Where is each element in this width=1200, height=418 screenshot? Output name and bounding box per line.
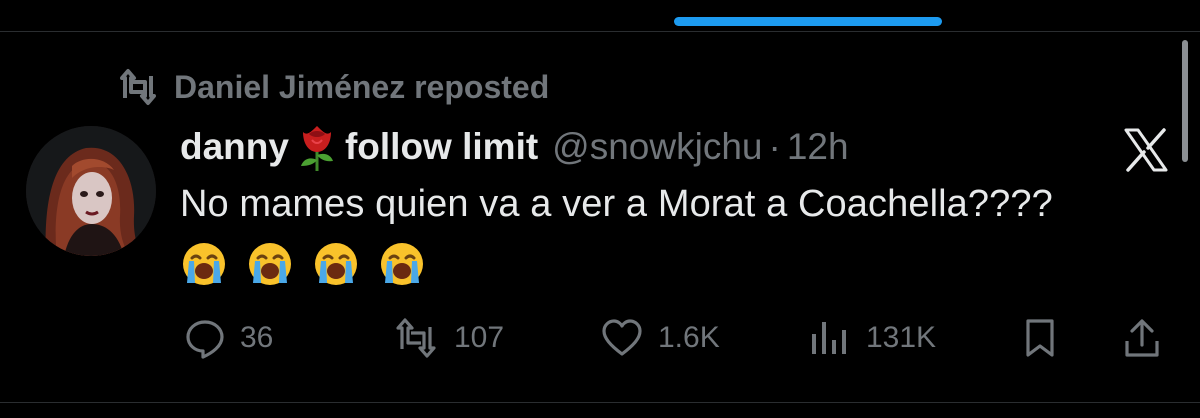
like-count: 1.6K bbox=[658, 321, 720, 354]
repost-button[interactable]: 107 bbox=[392, 310, 504, 366]
separator-dot: · bbox=[768, 126, 781, 167]
timestamp[interactable]: 12h bbox=[787, 126, 849, 168]
view-count: 131K bbox=[866, 321, 937, 354]
bookmark-icon bbox=[1026, 319, 1054, 357]
loudly-crying-face-icon bbox=[183, 243, 225, 285]
top-divider bbox=[0, 31, 1200, 32]
display-name-suffix[interactable]: follow limit bbox=[345, 126, 538, 168]
avatar[interactable] bbox=[26, 126, 156, 256]
tab-indicator bbox=[674, 17, 942, 26]
analytics-bars-icon bbox=[812, 322, 846, 354]
repost-count: 107 bbox=[454, 321, 505, 354]
heart-icon bbox=[602, 319, 642, 356]
tweet-actions: 36 107 1.6K 131K bbox=[0, 310, 1200, 366]
display-name[interactable]: danny bbox=[180, 126, 289, 168]
share-button[interactable] bbox=[1122, 310, 1162, 366]
reply-button[interactable]: 36 bbox=[184, 310, 273, 366]
repost-icon bbox=[396, 318, 436, 358]
share-icon bbox=[1125, 319, 1159, 357]
loudly-crying-face-icon bbox=[381, 243, 423, 285]
bookmark-button[interactable] bbox=[1022, 310, 1058, 366]
tweet-text: No mames quien va a ver a Morat a Coache… bbox=[180, 183, 1053, 225]
tweet-emojis bbox=[181, 241, 425, 287]
loudly-crying-face-icon bbox=[249, 243, 291, 285]
repost-label: Daniel Jiménez reposted bbox=[174, 68, 550, 105]
repost-context[interactable]: Daniel Jiménez reposted bbox=[116, 64, 549, 110]
views-button[interactable]: 131K bbox=[808, 310, 936, 366]
scrollbar[interactable] bbox=[1182, 40, 1188, 162]
x-logo-icon[interactable] bbox=[1120, 124, 1172, 176]
rose-icon bbox=[295, 122, 339, 172]
user-handle[interactable]: @snowkjchu bbox=[552, 126, 762, 168]
loudly-crying-face-icon bbox=[315, 243, 357, 285]
like-button[interactable]: 1.6K bbox=[600, 310, 720, 366]
bottom-divider bbox=[0, 402, 1200, 403]
reply-count: 36 bbox=[240, 321, 274, 354]
reply-icon bbox=[186, 320, 224, 359]
avatar-image bbox=[26, 126, 156, 256]
tweet-header: danny follow limit @snowkjchu · 12h bbox=[180, 122, 849, 172]
repost-icon bbox=[120, 69, 156, 105]
